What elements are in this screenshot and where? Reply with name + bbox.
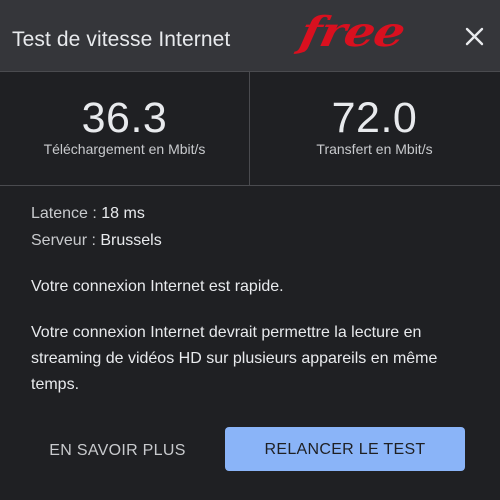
dialog-title: Test de vitesse Internet [12, 28, 231, 51]
speed-results: 36.3 Téléchargement en Mbit/s 72.0 Trans… [0, 72, 500, 186]
rerun-test-button[interactable]: RELANCER LE TEST [225, 427, 465, 471]
close-icon [465, 27, 484, 46]
upload-speed-label: Transfert en Mbit/s [316, 141, 433, 157]
dialog-header: Test de vitesse Internet free [0, 0, 500, 72]
download-speed-value: 36.3 [81, 94, 168, 142]
free-logo: free [295, 8, 410, 57]
server-row: Serveur : Brussels [31, 232, 162, 250]
latency-label: Latence : [31, 205, 102, 222]
upload-speed-value: 72.0 [331, 94, 418, 142]
connection-summary: Votre connexion Internet est rapide. [31, 278, 284, 295]
server-label: Serveur : [31, 232, 101, 249]
connection-description: Votre connexion Internet devrait permett… [31, 324, 438, 393]
download-speed-panel: 36.3 Téléchargement en Mbit/s [0, 72, 250, 185]
latency-value: 18 ms [101, 205, 145, 222]
learn-more-button[interactable]: EN SAVOIR PLUS [30, 430, 205, 470]
server-value: Brussels [100, 232, 162, 249]
upload-speed-panel: 72.0 Transfert en Mbit/s [250, 72, 499, 185]
download-speed-label: Téléchargement en Mbit/s [43, 141, 206, 157]
latency-row: Latence : 18 ms [31, 205, 145, 223]
close-button[interactable] [458, 22, 490, 54]
